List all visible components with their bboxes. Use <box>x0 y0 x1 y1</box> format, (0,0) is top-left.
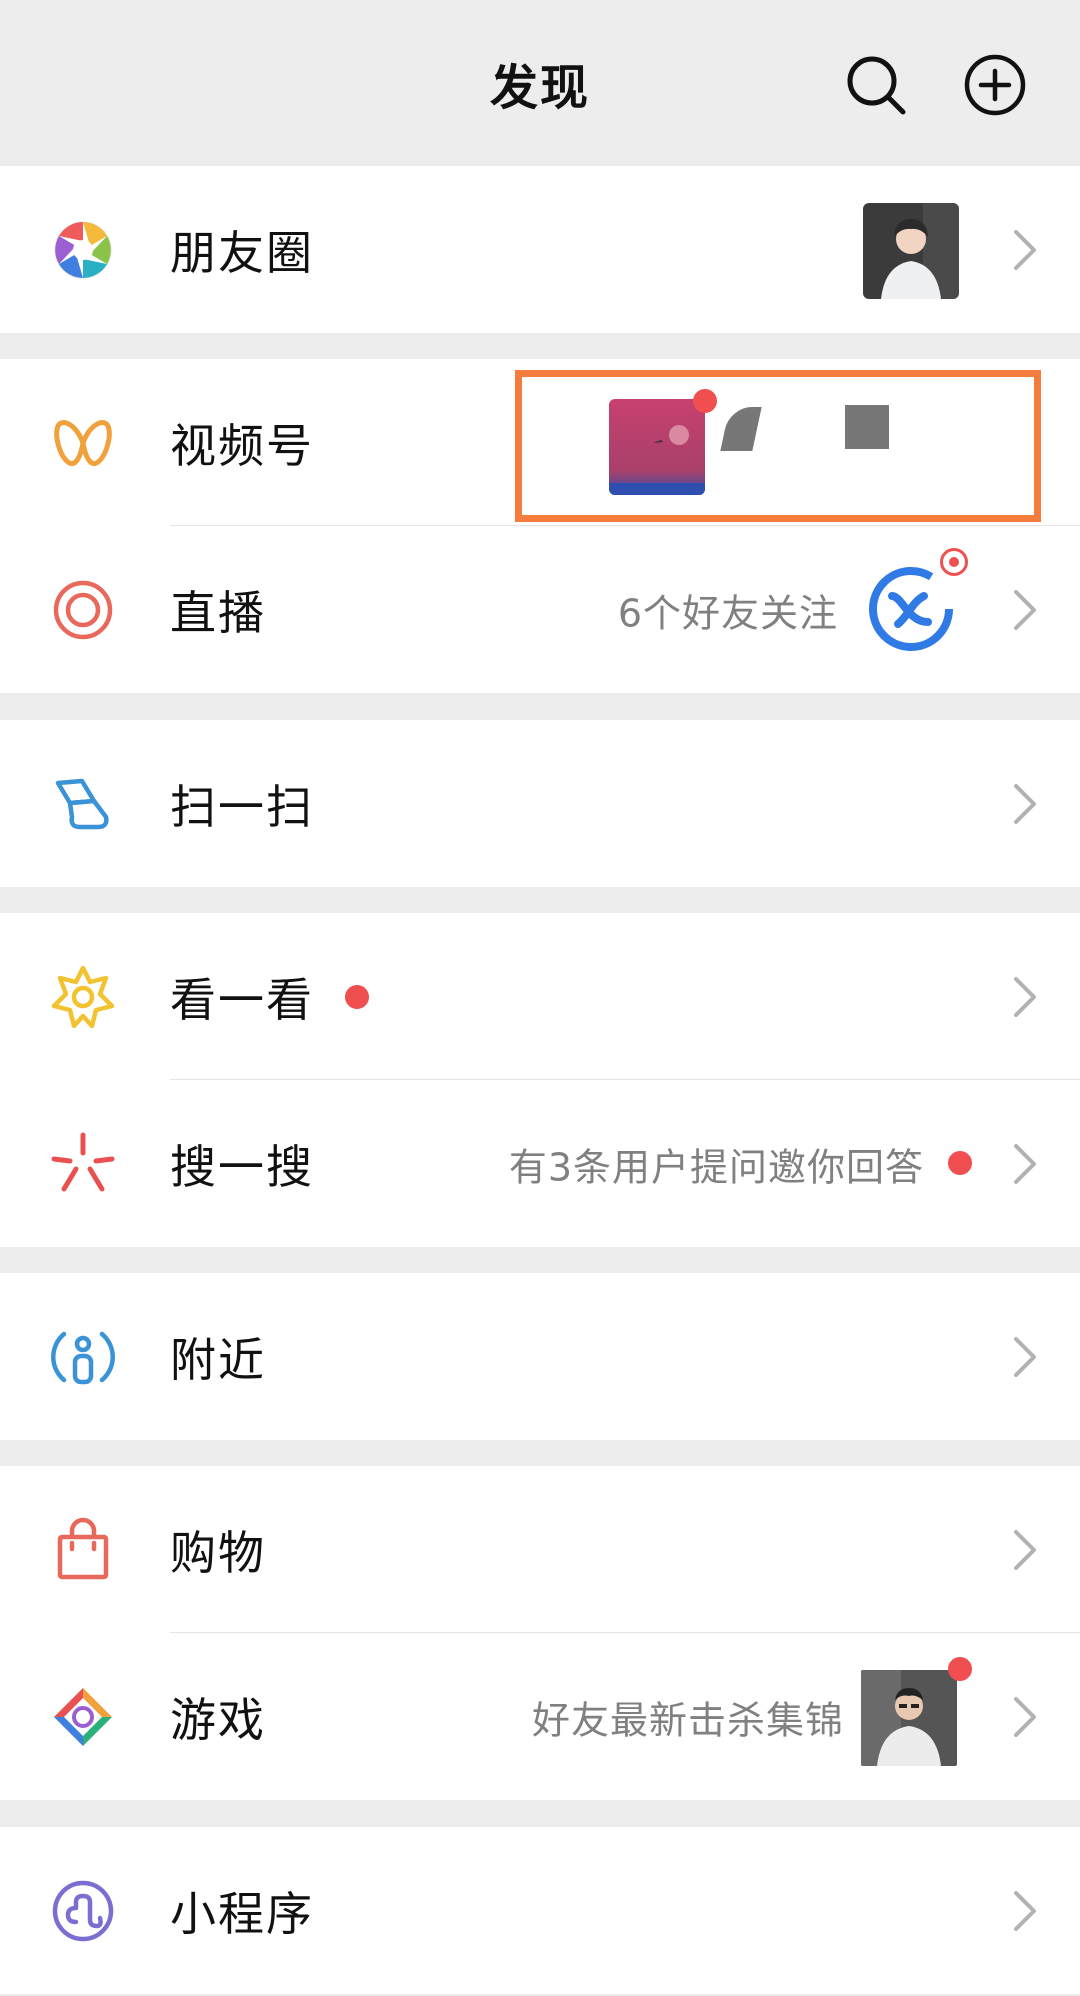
menu-item-channels[interactable]: 视频号 <box>0 359 1080 526</box>
scan-icon <box>50 771 116 837</box>
menu-label: 朋友圈 <box>170 225 314 280</box>
live-friends-following-text: 6个好友关注 <box>617 591 838 635</box>
games-red-dot <box>948 1657 972 1681</box>
menu-label: 小程序 <box>170 1886 314 1941</box>
menu-label: 游戏 <box>170 1692 266 1747</box>
chevron-right-icon <box>1012 975 1038 1019</box>
chevron-right-icon <box>1012 1695 1038 1739</box>
search-icon[interactable] <box>843 52 909 118</box>
chevron-right-icon <box>1012 1142 1038 1186</box>
live-avatar <box>868 566 954 652</box>
highlight-box <box>515 370 1041 522</box>
live-ring-icon <box>50 577 116 643</box>
chevron-right-icon <box>1012 1528 1038 1572</box>
group-channels-live: 视频号 直播 6个好友关注 <box>0 359 1080 693</box>
search-questions-text: 有3条用户提问邀你回答 <box>508 1145 924 1189</box>
group-shopping-games: 购物 游戏 好友最新击杀集锦 <box>0 1466 1080 1800</box>
moments-avatar-thumbnail <box>863 203 959 299</box>
menu-item-games[interactable]: 游戏 好友最新击杀集锦 <box>0 1633 1080 1800</box>
menu-label: 扫一扫 <box>170 779 314 834</box>
chevron-right-icon <box>1012 228 1038 272</box>
nav-header: 发现 <box>0 0 1080 166</box>
channels-preview-square <box>845 405 889 449</box>
games-diamond-icon <box>50 1684 116 1750</box>
live-indicator-icon <box>940 548 968 576</box>
menu-item-shopping[interactable]: 购物 <box>0 1466 1080 1633</box>
menu-item-live[interactable]: 直播 6个好友关注 <box>0 526 1080 693</box>
group-scan: 扫一扫 <box>0 720 1080 887</box>
channels-red-dot <box>693 389 717 413</box>
menu-label: 看一看 <box>170 972 314 1027</box>
chevron-right-icon <box>1012 588 1038 632</box>
nearby-person-icon <box>50 1324 116 1390</box>
menu-label: 直播 <box>170 585 266 640</box>
top-stories-red-dot <box>345 985 369 1009</box>
group-mini-programs: 小程序 <box>0 1827 1080 1994</box>
shopping-bag-icon <box>50 1517 116 1583</box>
mini-program-icon <box>50 1878 116 1944</box>
games-highlights-text: 好友最新击杀集锦 <box>531 1698 844 1742</box>
menu-item-top-stories[interactable]: 看一看 <box>0 913 1080 1080</box>
menu-label: 附近 <box>170 1332 266 1387</box>
menu-item-search[interactable]: 搜一搜 有3条用户提问邀你回答 <box>0 1080 1080 1247</box>
search-sparkle-icon <box>50 1131 116 1197</box>
channels-butterfly-icon <box>50 410 116 476</box>
group-topstories-search: 看一看 搜一搜 有3条用户提问邀你回答 <box>0 913 1080 1247</box>
chevron-right-icon <box>1012 782 1038 826</box>
menu-item-moments[interactable]: 朋友圈 <box>0 166 1080 333</box>
chevron-right-icon <box>1012 1889 1038 1933</box>
menu-item-scan[interactable]: 扫一扫 <box>0 720 1080 887</box>
chevron-right-icon <box>1012 1335 1038 1379</box>
add-circle-icon[interactable] <box>962 52 1028 118</box>
menu-item-mini-programs[interactable]: 小程序 <box>0 1827 1080 1994</box>
page-title: 发现 <box>489 60 590 116</box>
group-moments: 朋友圈 <box>0 166 1080 333</box>
menu-label: 视频号 <box>170 418 314 473</box>
moments-aperture-icon <box>50 217 116 283</box>
games-avatar-thumbnail <box>861 1670 957 1766</box>
top-stories-star-icon <box>50 964 116 1030</box>
menu-item-nearby[interactable]: 附近 <box>0 1273 1080 1440</box>
group-nearby: 附近 <box>0 1273 1080 1440</box>
menu-label: 购物 <box>170 1525 266 1580</box>
search-red-dot <box>948 1151 972 1175</box>
menu-label: 搜一搜 <box>170 1139 314 1194</box>
channels-preview-thumbnail <box>609 399 705 495</box>
